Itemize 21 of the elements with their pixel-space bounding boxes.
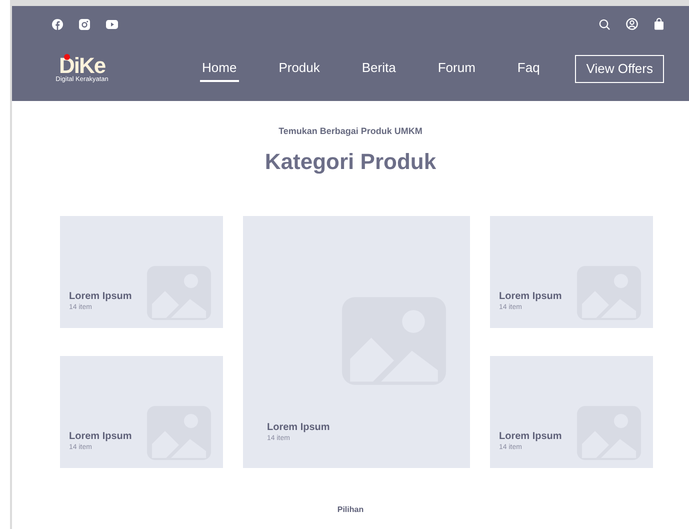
instagram-icon[interactable] bbox=[79, 18, 90, 30]
shopping-bag-icon[interactable] bbox=[654, 18, 664, 30]
card-title: Lorem Ipsum bbox=[267, 422, 330, 434]
facebook-icon[interactable] bbox=[52, 18, 63, 30]
nav-link[interactable]: Produk bbox=[276, 56, 322, 82]
logo[interactable]: DiKe bbox=[58, 54, 106, 77]
view-offers-button[interactable]: View Offers bbox=[575, 55, 664, 83]
user-icon[interactable] bbox=[626, 18, 638, 30]
card-title: Lorem Ipsum bbox=[69, 290, 132, 302]
nav-link[interactable]: Berita bbox=[360, 56, 398, 82]
youtube-icon[interactable] bbox=[106, 20, 118, 28]
card-title: Lorem Ipsum bbox=[69, 430, 132, 442]
nav-link[interactable]: Faq bbox=[515, 56, 542, 82]
section-title: Kategori Produk bbox=[264, 148, 436, 176]
card-title: Lorem Ipsum bbox=[499, 290, 562, 302]
nav-link[interactable]: Home bbox=[200, 56, 239, 82]
search-icon[interactable] bbox=[599, 18, 610, 30]
nav-link[interactable]: Forum bbox=[436, 56, 478, 82]
section-eyebrow: Temukan Berbagai Produk UMKM bbox=[278, 125, 424, 138]
section-label: Pilihan bbox=[337, 504, 364, 516]
card-title: Lorem Ipsum bbox=[499, 430, 562, 442]
